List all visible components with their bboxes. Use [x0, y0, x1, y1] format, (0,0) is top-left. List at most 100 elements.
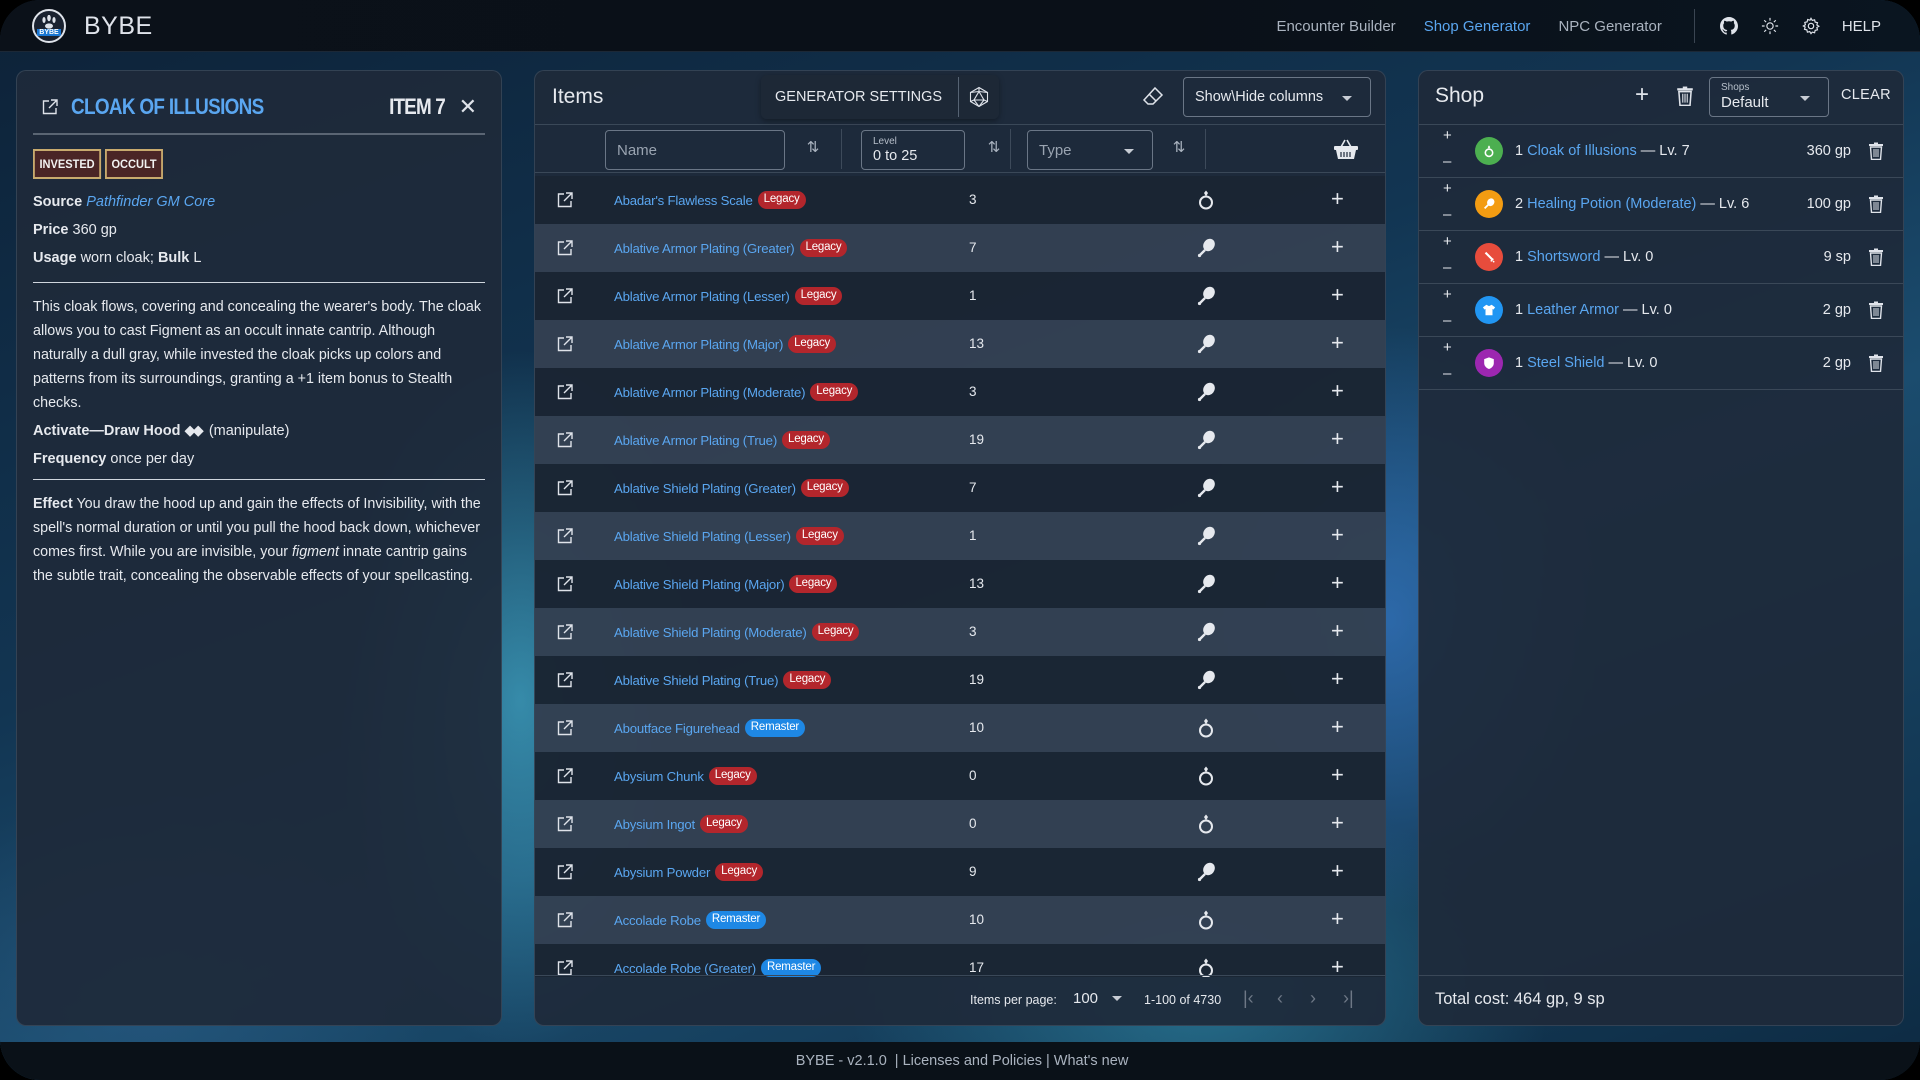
- theme-toggle-icon[interactable]: [1760, 16, 1780, 36]
- item-name-link[interactable]: Ablative Armor Plating (Greater): [614, 241, 795, 256]
- item-name-link[interactable]: Ablative Shield Plating (Moderate): [614, 625, 807, 640]
- add-to-shop-button[interactable]: +: [1331, 954, 1344, 977]
- shops-select[interactable]: Shops Default: [1709, 77, 1829, 117]
- external-link-icon[interactable]: [556, 479, 574, 497]
- item-row[interactable]: Ablative Shield Plating (Major) Legacy 13 +: [535, 560, 1385, 608]
- nav-encounter-builder[interactable]: Encounter Builder: [1276, 18, 1395, 35]
- decrease-quantity-button[interactable]: –: [1443, 207, 1451, 222]
- item-row[interactable]: Aboutface Figurehead Remaster 10 +: [535, 704, 1385, 752]
- item-row[interactable]: Accolade Robe Remaster 10 +: [535, 896, 1385, 944]
- external-link-icon[interactable]: [41, 98, 59, 116]
- decrease-quantity-button[interactable]: –: [1443, 260, 1451, 275]
- add-to-shop-button[interactable]: +: [1331, 618, 1344, 644]
- external-link-icon[interactable]: [556, 383, 574, 401]
- item-row[interactable]: Abysium Powder Legacy 9 +: [535, 848, 1385, 896]
- name-filter[interactable]: [605, 130, 785, 170]
- close-icon[interactable]: ✕: [459, 96, 477, 118]
- external-link-icon[interactable]: [556, 719, 574, 737]
- item-name-link[interactable]: Ablative Shield Plating (Greater): [614, 481, 796, 496]
- item-name-link[interactable]: Aboutface Figurehead: [614, 721, 740, 736]
- external-link-icon[interactable]: [556, 431, 574, 449]
- item-row[interactable]: Ablative Shield Plating (Greater) Legacy 7…: [535, 464, 1385, 512]
- item-name-link[interactable]: Ablative Armor Plating (Lesser): [614, 289, 790, 304]
- type-filter[interactable]: Type: [1027, 130, 1153, 170]
- prev-page-icon[interactable]: ‹: [1277, 988, 1283, 1009]
- shop-entry-link[interactable]: Leather Armor: [1527, 302, 1619, 318]
- add-to-shop-button[interactable]: +: [1331, 522, 1344, 548]
- generator-settings-button[interactable]: GENERATOR SETTINGS: [761, 77, 960, 117]
- trash-icon[interactable]: [1868, 301, 1884, 319]
- basket-icon[interactable]: [1333, 137, 1359, 161]
- external-link-icon[interactable]: [556, 527, 574, 545]
- item-name-link[interactable]: Ablative Armor Plating (Moderate): [614, 385, 805, 400]
- external-link-icon[interactable]: [556, 191, 574, 209]
- external-link-icon[interactable]: [556, 623, 574, 641]
- external-link-icon[interactable]: [556, 911, 574, 929]
- trash-icon[interactable]: [1868, 354, 1884, 372]
- trash-icon[interactable]: [1868, 248, 1884, 266]
- add-to-shop-button[interactable]: +: [1331, 666, 1344, 692]
- external-link-icon[interactable]: [556, 287, 574, 305]
- item-row[interactable]: Ablative Armor Plating (Major) Legacy 13 +: [535, 320, 1385, 368]
- decrease-quantity-button[interactable]: –: [1443, 313, 1451, 328]
- add-to-shop-button[interactable]: +: [1331, 186, 1344, 212]
- add-to-shop-button[interactable]: +: [1331, 234, 1344, 260]
- whats-new-link[interactable]: What's new: [1054, 1053, 1129, 1069]
- first-page-icon[interactable]: |‹: [1243, 988, 1254, 1009]
- help-button[interactable]: HELP: [1842, 18, 1881, 35]
- item-row[interactable]: Ablative Armor Plating (Lesser) Legacy 1 +: [535, 272, 1385, 320]
- items-per-page-select[interactable]: 100: [1073, 990, 1123, 1007]
- add-to-shop-button[interactable]: +: [1331, 906, 1344, 932]
- external-link-icon[interactable]: [556, 767, 574, 785]
- external-link-icon[interactable]: [556, 863, 574, 881]
- add-to-shop-button[interactable]: +: [1331, 426, 1344, 452]
- next-page-icon[interactable]: ›: [1310, 988, 1316, 1009]
- external-link-icon[interactable]: [556, 575, 574, 593]
- decrease-quantity-button[interactable]: –: [1443, 366, 1451, 381]
- add-to-shop-button[interactable]: +: [1331, 858, 1344, 884]
- increase-quantity-button[interactable]: +: [1443, 340, 1452, 355]
- item-row[interactable]: Ablative Armor Plating (Greater) Legacy 7 +: [535, 224, 1385, 272]
- item-row[interactable]: Abadar's Flawless Scale Legacy 3 +: [535, 176, 1385, 224]
- item-row[interactable]: Ablative Armor Plating (Moderate) Legacy 3…: [535, 368, 1385, 416]
- trait-badge[interactable]: OCCULT: [105, 149, 164, 179]
- app-logo[interactable]: BYBE: [32, 9, 66, 43]
- item-name-link[interactable]: Ablative Shield Plating (Lesser): [614, 529, 791, 544]
- source-link[interactable]: Pathfinder GM Core: [86, 194, 215, 210]
- item-name-link[interactable]: Accolade Robe (Greater): [614, 961, 756, 976]
- item-row[interactable]: Abysium Chunk Legacy 0 +: [535, 752, 1385, 800]
- level-filter[interactable]: Level 0 to 25: [861, 130, 965, 170]
- sort-level-icon[interactable]: ⇅: [986, 139, 1002, 157]
- shop-entry-link[interactable]: Cloak of Illusions: [1527, 143, 1637, 159]
- trash-icon[interactable]: [1868, 142, 1884, 160]
- github-icon[interactable]: [1719, 16, 1739, 36]
- item-name-link[interactable]: Abysium Chunk: [614, 769, 704, 784]
- external-link-icon[interactable]: [556, 671, 574, 689]
- add-to-shop-button[interactable]: +: [1331, 282, 1344, 308]
- increase-quantity-button[interactable]: +: [1443, 287, 1452, 302]
- item-name-link[interactable]: Abadar's Flawless Scale: [614, 193, 753, 208]
- item-name-link[interactable]: Ablative Shield Plating (Major): [614, 577, 785, 592]
- shop-entry-link[interactable]: Shortsword: [1527, 249, 1600, 265]
- external-link-icon[interactable]: [556, 239, 574, 257]
- d20-dice-icon[interactable]: [959, 86, 999, 108]
- item-row[interactable]: Abysium Ingot Legacy 0 +: [535, 800, 1385, 848]
- item-name-link[interactable]: Abysium Ingot: [614, 817, 695, 832]
- item-name-link[interactable]: Ablative Armor Plating (True): [614, 433, 777, 448]
- external-link-icon[interactable]: [556, 335, 574, 353]
- add-to-shop-button[interactable]: +: [1331, 714, 1344, 740]
- item-name-link[interactable]: Ablative Armor Plating (Major): [614, 337, 783, 352]
- shop-entry-link[interactable]: Steel Shield: [1527, 355, 1604, 371]
- shop-entry-link[interactable]: Healing Potion (Moderate): [1527, 196, 1696, 212]
- trait-badge[interactable]: INVESTED: [33, 149, 102, 179]
- add-to-shop-button[interactable]: +: [1331, 762, 1344, 788]
- brand-name[interactable]: BYBE: [84, 12, 153, 41]
- last-page-icon[interactable]: ›|: [1343, 988, 1354, 1009]
- item-row[interactable]: Ablative Shield Plating (Moderate) Legacy…: [535, 608, 1385, 656]
- decrease-quantity-button[interactable]: –: [1443, 154, 1451, 169]
- licenses-link[interactable]: Licenses and Policies: [903, 1053, 1042, 1069]
- name-filter-input[interactable]: [617, 141, 784, 159]
- sort-type-icon[interactable]: ⇅: [1171, 139, 1187, 157]
- external-link-icon[interactable]: [556, 815, 574, 833]
- add-to-shop-button[interactable]: +: [1331, 378, 1344, 404]
